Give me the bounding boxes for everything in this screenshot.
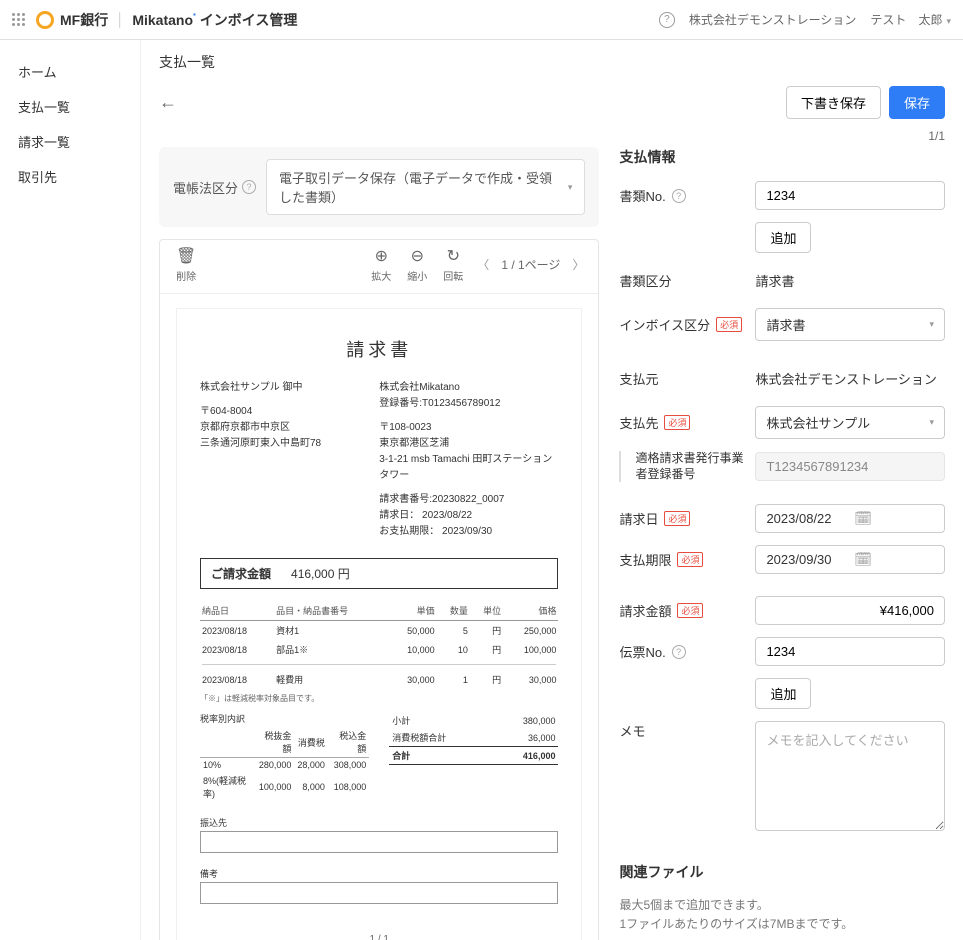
rotate-icon: ↻: [447, 246, 460, 266]
doc-title: 請求書: [200, 336, 558, 362]
chevron-down-icon: ▾: [568, 182, 573, 193]
calendar-icon[interactable]: 🗓: [854, 510, 934, 527]
reg-no-input: [755, 452, 945, 481]
chevron-down-icon: ▾: [929, 417, 934, 428]
payer-value: 株式会社デモンストレーション: [755, 363, 945, 394]
classify-select[interactable]: 電子取引データ保存（電子データで作成・受領した書類）▾: [266, 159, 585, 215]
amount-label: 請求金額 必須: [619, 601, 749, 620]
delete-button[interactable]: 🗑 削除: [170, 246, 202, 283]
prev-page-button[interactable]: 〈: [473, 254, 493, 275]
minus-circle-icon: ⊖: [411, 246, 424, 266]
sidebar-item-partners[interactable]: 取引先: [0, 159, 140, 194]
chevron-down-icon: ▾: [929, 319, 934, 330]
plus-circle-icon: ⊕: [375, 246, 388, 266]
document-preview: 請求書 株式会社サンプル 御中 〒604-8004 京都府京都市中京区 三条通河…: [176, 308, 582, 940]
invoice-type-select[interactable]: 請求書▾: [755, 308, 945, 341]
reg-no-label: 適格請求書発行事業者登録番号: [619, 451, 749, 482]
help-tooltip-icon[interactable]: ?: [672, 645, 686, 659]
memo-label: メモ: [619, 721, 749, 740]
help-tooltip-icon[interactable]: ?: [242, 180, 256, 194]
page-title: 支払一覧: [159, 52, 945, 72]
rotate-button[interactable]: ↻ 回転: [437, 246, 469, 283]
classify-label: 電帳法区分 ?: [173, 178, 256, 197]
calendar-icon[interactable]: 🗓: [854, 551, 934, 568]
zoom-in-button[interactable]: ⊕ 拡大: [365, 246, 397, 283]
payee-label: 支払先 必須: [619, 413, 749, 432]
slip-no-add-button[interactable]: 追加: [755, 678, 811, 709]
page-indicator: 1 / 1ページ: [501, 256, 560, 273]
help-icon[interactable]: ?: [659, 12, 675, 28]
due-date-input[interactable]: 2023/09/30🗓: [755, 545, 945, 574]
payer-label: 支払元: [619, 369, 749, 388]
doc-no-add-button[interactable]: 追加: [755, 222, 811, 253]
trash-icon: 🗑: [176, 246, 196, 266]
back-arrow-icon[interactable]: ←: [159, 92, 177, 113]
company-name[interactable]: 株式会社デモンストレーション: [689, 11, 857, 28]
files-hint: 最大5個まで追加できます。 1ファイルあたりのサイズは7MBまでです。: [619, 896, 945, 934]
invoice-type-label: インボイス区分 必須: [619, 315, 749, 334]
slip-no-label: 伝票No. ?: [619, 642, 749, 661]
page-count: 1/1: [159, 129, 945, 143]
brand-logo-icon: [36, 11, 54, 29]
doc-no-input[interactable]: [755, 181, 945, 210]
product-name: Mikatano▪ インボイス管理: [132, 10, 297, 30]
amount-input[interactable]: [755, 596, 945, 625]
sidebar-item-payments[interactable]: 支払一覧: [0, 89, 140, 124]
files-heading: 関連ファイル: [619, 862, 945, 882]
slip-no-input[interactable]: [755, 637, 945, 666]
brand-name: MF銀行: [60, 10, 108, 30]
save-button[interactable]: 保存: [889, 86, 945, 119]
next-page-button[interactable]: 〉: [568, 254, 588, 275]
bill-date-input[interactable]: 2023/08/22🗓: [755, 504, 945, 533]
doc-no-label: 書類No. ?: [619, 186, 749, 205]
doc-type-label: 書類区分: [619, 271, 749, 290]
chevron-down-icon: ▾: [946, 16, 951, 26]
info-heading: 支払情報: [619, 147, 945, 167]
help-tooltip-icon[interactable]: ?: [672, 189, 686, 203]
bill-date-label: 請求日 必須: [619, 509, 749, 528]
sidebar-item-billings[interactable]: 請求一覧: [0, 124, 140, 159]
user-menu[interactable]: テスト 太郎▾: [870, 11, 951, 28]
due-date-label: 支払期限 必須: [619, 550, 749, 569]
payee-select[interactable]: 株式会社サンプル▾: [755, 406, 945, 439]
zoom-out-button[interactable]: ⊖ 縮小: [401, 246, 433, 283]
apps-menu-icon[interactable]: [12, 13, 26, 27]
brand-divider: │: [116, 12, 124, 27]
draft-save-button[interactable]: 下書き保存: [786, 86, 881, 119]
memo-textarea[interactable]: [755, 721, 945, 831]
doc-type-value: 請求書: [755, 265, 945, 296]
sidebar-item-home[interactable]: ホーム: [0, 54, 140, 89]
